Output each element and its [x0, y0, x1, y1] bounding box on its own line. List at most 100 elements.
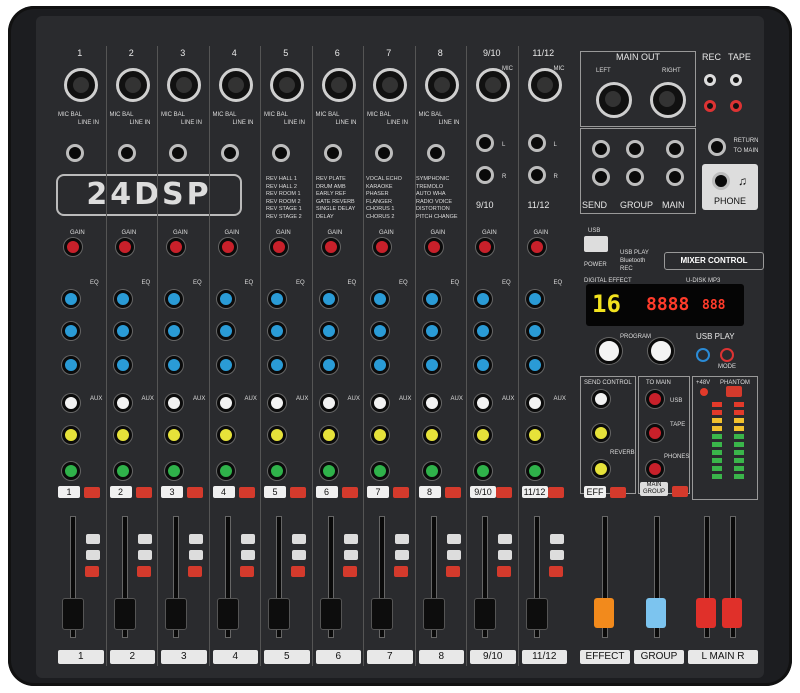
eq-low-knob[interactable]	[525, 356, 544, 374]
pfl-button[interactable]	[343, 534, 358, 544]
pfl-button[interactable]	[292, 534, 306, 544]
eff-send-jack[interactable]	[592, 168, 610, 186]
gain-knob[interactable]	[476, 238, 494, 256]
channel-select-button[interactable]: 6	[315, 486, 338, 498]
pfl-button[interactable]	[189, 534, 203, 544]
group-assign-button[interactable]	[292, 550, 306, 560]
eff-send-knob[interactable]	[62, 426, 80, 444]
eq-mid-knob[interactable]	[525, 322, 544, 340]
aux-send-knob[interactable]	[62, 394, 80, 412]
eq-low-knob[interactable]	[113, 356, 132, 374]
main-assign-button[interactable]	[342, 566, 357, 577]
rec-r-rca[interactable]	[704, 100, 716, 112]
to-main-tape-knob[interactable]	[646, 424, 664, 442]
channel-fader[interactable]	[371, 598, 393, 630]
group-assign-button[interactable]	[137, 550, 152, 560]
phantom-button[interactable]	[726, 386, 742, 397]
line-in-l-jack[interactable]	[527, 134, 546, 152]
group-assign-button[interactable]	[240, 550, 255, 560]
group-assign-button[interactable]	[549, 550, 564, 560]
main-l-jack[interactable]	[666, 140, 684, 158]
eff-send-knob[interactable]	[422, 426, 441, 444]
pan-knob[interactable]	[62, 462, 80, 480]
channel-fader[interactable]	[319, 598, 342, 630]
gain-knob[interactable]	[527, 238, 546, 256]
channel-fader[interactable]	[525, 598, 548, 630]
channel-select-button[interactable]: 9/10	[470, 486, 496, 498]
line-in-jack[interactable]	[169, 144, 187, 162]
eq-low-knob[interactable]	[268, 356, 286, 374]
mute-button[interactable]	[290, 487, 306, 498]
aux-send-knob[interactable]	[319, 394, 338, 412]
eq-high-knob[interactable]	[268, 290, 286, 308]
main-assign-button[interactable]	[445, 566, 460, 577]
mic-input-xlr[interactable]	[270, 68, 304, 102]
aux-send-knob[interactable]	[474, 394, 492, 412]
eff-mute-button[interactable]	[610, 487, 626, 498]
eq-mid-knob[interactable]	[268, 322, 286, 340]
main-group-led[interactable]	[672, 486, 688, 497]
eq-low-knob[interactable]	[165, 356, 183, 374]
main-assign-button[interactable]	[291, 566, 305, 577]
to-main-usb-knob[interactable]	[646, 390, 664, 408]
aux-send-knob[interactable]	[525, 394, 544, 412]
eq-low-knob[interactable]	[474, 356, 492, 374]
usb-play-button[interactable]	[696, 348, 710, 362]
channel-fader[interactable]	[268, 598, 290, 630]
channel-fader[interactable]	[474, 598, 496, 630]
eq-low-knob[interactable]	[371, 356, 389, 374]
group-g1-jack[interactable]	[626, 140, 644, 158]
eq-high-knob[interactable]	[371, 290, 389, 308]
pan-knob[interactable]	[113, 462, 132, 480]
return-to-main-jack[interactable]	[708, 138, 726, 156]
aux-send-knob[interactable]	[216, 394, 235, 412]
mic-input-xlr[interactable]	[115, 68, 150, 102]
mute-button[interactable]	[547, 487, 564, 498]
eq-mid-knob[interactable]	[113, 322, 132, 340]
mic-input-xlr[interactable]	[424, 68, 459, 102]
main-assign-button[interactable]	[188, 566, 202, 577]
gain-knob[interactable]	[218, 238, 237, 256]
main-out-right-xlr[interactable]	[650, 82, 686, 118]
group-assign-button[interactable]	[395, 550, 409, 560]
phones-knob[interactable]	[646, 460, 664, 478]
main-out-left-xlr[interactable]	[596, 82, 632, 118]
eff-send-knob[interactable]	[525, 426, 544, 444]
main-assign-button[interactable]	[136, 566, 151, 577]
eff-button[interactable]: EFF	[584, 486, 606, 498]
group-assign-button[interactable]	[446, 550, 461, 560]
aux-send-jack[interactable]	[592, 140, 610, 158]
mic-input-xlr[interactable]	[218, 68, 253, 102]
line-in-jack[interactable]	[66, 144, 84, 162]
pfl-button[interactable]	[549, 534, 564, 544]
group-assign-button[interactable]	[189, 550, 203, 560]
eq-low-knob[interactable]	[216, 356, 235, 374]
pan-knob[interactable]	[371, 462, 389, 480]
line-in-jack[interactable]	[323, 144, 342, 162]
pfl-button[interactable]	[137, 534, 152, 544]
send-aux-knob[interactable]	[592, 390, 610, 408]
eq-low-knob[interactable]	[62, 356, 80, 374]
group-assign-button[interactable]	[86, 550, 100, 560]
group-g2-jack[interactable]	[626, 168, 644, 186]
mic-input-xlr[interactable]	[64, 68, 98, 102]
eq-high-knob[interactable]	[165, 290, 183, 308]
gain-knob[interactable]	[115, 238, 134, 256]
mute-button[interactable]	[496, 487, 512, 498]
pfl-button[interactable]	[240, 534, 255, 544]
tape-r-rca[interactable]	[730, 100, 742, 112]
main-assign-button[interactable]	[548, 566, 563, 577]
pan-knob[interactable]	[525, 462, 544, 480]
pfl-button[interactable]	[446, 534, 461, 544]
group-assign-button[interactable]	[498, 550, 512, 560]
line-in-jack[interactable]	[272, 144, 290, 162]
eq-low-knob[interactable]	[422, 356, 441, 374]
aux-send-knob[interactable]	[165, 394, 183, 412]
phone-jack[interactable]	[712, 172, 730, 190]
line-in-jack[interactable]	[220, 144, 239, 162]
aux-send-knob[interactable]	[268, 394, 286, 412]
send-eff-knob[interactable]	[592, 424, 610, 442]
pfl-button[interactable]	[498, 534, 512, 544]
eff-send-knob[interactable]	[216, 426, 235, 444]
eq-mid-knob[interactable]	[165, 322, 183, 340]
